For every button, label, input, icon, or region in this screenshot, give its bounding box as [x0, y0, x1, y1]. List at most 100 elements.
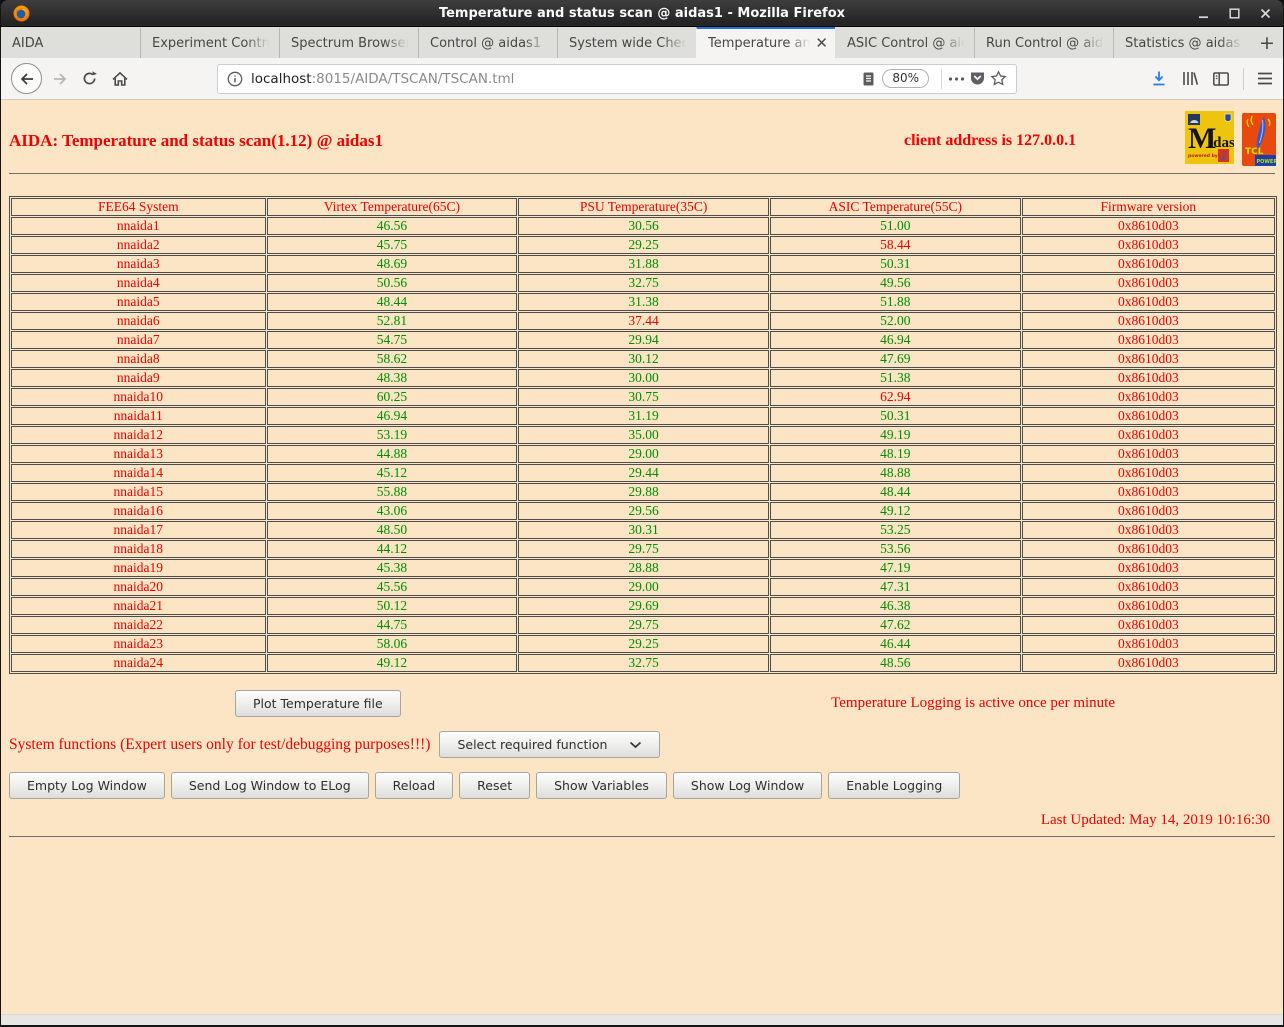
tab-temperature-scan[interactable]: Temperature and ✕ [696, 27, 835, 58]
table-row: nnaida5 48.44 31.38 51.88 0x8610d03 [11, 293, 1275, 311]
maximize-button[interactable] [1229, 7, 1240, 19]
cell-asic: 49.19 [769, 426, 1021, 444]
bookmark-star-icon[interactable] [990, 70, 1007, 87]
cell-psu: 35.00 [518, 426, 769, 444]
close-button[interactable] [1260, 8, 1271, 19]
forward-button[interactable] [52, 72, 68, 86]
tab-label: Run Control @ aid [986, 36, 1104, 51]
table-row: nnaida14 45.12 29.44 48.88 0x8610d03 [11, 464, 1275, 482]
page-content: AIDA: Temperature and status scan(1.12) … [1, 100, 1283, 1014]
cell-firmware: 0x8610d03 [1021, 274, 1275, 292]
cell-psu: 30.56 [518, 217, 769, 235]
cell-psu: 32.75 [518, 654, 769, 672]
reader-mode-icon[interactable] [861, 71, 876, 87]
table-row: nnaida21 50.12 29.69 46.38 0x8610d03 [11, 597, 1275, 615]
tab-statistics[interactable]: Statistics @ aidas [1113, 27, 1252, 58]
client-address-text: client address is 127.0.0.1 [904, 132, 1077, 149]
sidebar-icon[interactable] [1212, 71, 1230, 87]
cell-psu: 30.00 [518, 369, 769, 387]
url-host: localhost [251, 70, 312, 87]
cell-asic: 50.31 [769, 407, 1021, 425]
table-row: nnaida11 46.94 31.19 50.31 0x8610d03 [11, 407, 1275, 425]
tab-system-wide-checks[interactable]: System wide Check [557, 27, 696, 58]
cell-psu: 29.25 [518, 635, 769, 653]
table-row: nnaida7 54.75 29.94 46.94 0x8610d03 [11, 331, 1275, 349]
cell-firmware: 0x8610d03 [1021, 578, 1275, 596]
site-info-icon[interactable] [227, 71, 243, 87]
url-bar[interactable]: localhost:8015/AIDA/TSCAN/TSCAN.tml 80% [217, 63, 1017, 94]
show-variables-button[interactable]: Show Variables [536, 772, 667, 799]
tab-aida[interactable]: AIDA [1, 27, 140, 58]
function-select-dropdown[interactable]: Select required function [439, 731, 661, 758]
table-row: nnaida20 45.56 29.00 47.31 0x8610d03 [11, 578, 1275, 596]
temperature-table-header-row: FEE64 System Virtex Temperature(65C) PSU T… [11, 198, 1275, 216]
zoom-level-button[interactable]: 80% [882, 69, 929, 88]
show-log-window-button[interactable]: Show Log Window [672, 772, 823, 799]
table-row: nnaida13 44.88 29.00 48.19 0x8610d03 [11, 445, 1275, 463]
navigation-toolbar: localhost:8015/AIDA/TSCAN/TSCAN.tml 80% [1, 58, 1283, 100]
cell-virtex: 48.38 [266, 369, 518, 387]
table-row: nnaida6 52.81 37.44 52.00 0x8610d03 [11, 312, 1275, 330]
cell-virtex: 45.75 [266, 236, 518, 254]
tab-label: AIDA [12, 36, 44, 51]
pocket-icon[interactable] [969, 70, 986, 87]
cell-virtex: 52.81 [266, 312, 518, 330]
cell-virtex: 46.56 [266, 217, 518, 235]
cell-asic: 47.69 [769, 350, 1021, 368]
column-header: Firmware version [1021, 198, 1275, 216]
empty-log-window-button[interactable]: Empty Log Window [9, 772, 165, 799]
cell-virtex: 44.12 [266, 540, 518, 558]
tab-experiment-control[interactable]: Experiment Control [140, 27, 279, 58]
tab-label: System wide Check [569, 36, 689, 51]
minimize-button[interactable] [1198, 8, 1209, 19]
back-button[interactable] [11, 63, 42, 94]
cell-virtex: 48.69 [266, 255, 518, 273]
urlbar-separator [941, 68, 942, 89]
cell-psu: 29.75 [518, 540, 769, 558]
cell-firmware: 0x8610d03 [1021, 217, 1275, 235]
table-row: nnaida1 46.56 30.56 51.00 0x8610d03 [11, 217, 1275, 235]
cell-virtex: 46.94 [266, 407, 518, 425]
reload-icon[interactable] [81, 70, 98, 87]
plot-temperature-button[interactable]: Plot Temperature file [235, 690, 401, 717]
cell-firmware: 0x8610d03 [1021, 369, 1275, 387]
enable-logging-button[interactable]: Enable Logging [828, 772, 961, 799]
cell-system: nnaida18 [11, 540, 266, 558]
cell-system: nnaida14 [11, 464, 266, 482]
svg-text:powered by: powered by [1188, 153, 1218, 159]
tab-spectrum-browser[interactable]: Spectrum Browser [279, 27, 418, 58]
url-text[interactable]: localhost:8015/AIDA/TSCAN/TSCAN.tml [251, 71, 861, 87]
cell-system: nnaida13 [11, 445, 266, 463]
tab-run-control[interactable]: Run Control @ aid [974, 27, 1113, 58]
home-icon[interactable] [111, 71, 129, 87]
tab-close-icon[interactable]: ✕ [815, 36, 828, 51]
cell-firmware: 0x8610d03 [1021, 502, 1275, 520]
library-icon[interactable] [1181, 70, 1199, 87]
table-row: nnaida16 43.06 29.56 49.12 0x8610d03 [11, 502, 1275, 520]
table-row: nnaida12 53.19 35.00 49.19 0x8610d03 [11, 426, 1275, 444]
cell-asic: 51.00 [769, 217, 1021, 235]
tab-asic-control[interactable]: ASIC Control @ aid [835, 27, 974, 58]
cell-virtex: 53.19 [266, 426, 518, 444]
menu-hamburger-icon[interactable] [1257, 72, 1273, 85]
cell-virtex: 55.88 [266, 483, 518, 501]
table-row: nnaida10 60.25 30.75 62.94 0x8610d03 [11, 388, 1275, 406]
cell-firmware: 0x8610d03 [1021, 445, 1275, 463]
cell-psu: 28.88 [518, 559, 769, 577]
cell-psu: 29.75 [518, 616, 769, 634]
cell-asic: 53.25 [769, 521, 1021, 539]
cell-system: nnaida1 [11, 217, 266, 235]
tab-strip: AIDA Experiment Control Spectrum Browser Co… [1, 27, 1283, 58]
table-row: nnaida15 55.88 29.88 48.44 0x8610d03 [11, 483, 1275, 501]
cell-system: nnaida9 [11, 369, 266, 387]
tab-control-aidas1[interactable]: Control @ aidas1 [418, 27, 557, 58]
table-row: nnaida22 44.75 29.75 47.62 0x8610d03 [11, 616, 1275, 634]
send-log-window-to-elog-button[interactable]: Send Log Window to ELog [170, 772, 369, 799]
reset-button[interactable]: Reset [459, 772, 531, 799]
new-tab-button[interactable]: + [1252, 27, 1282, 58]
cell-asic: 49.56 [769, 274, 1021, 292]
page-actions-icon[interactable] [948, 76, 965, 82]
reload-button[interactable]: Reload [374, 772, 454, 799]
table-row: nnaida3 48.69 31.88 50.31 0x8610d03 [11, 255, 1275, 273]
download-icon[interactable] [1150, 70, 1168, 87]
